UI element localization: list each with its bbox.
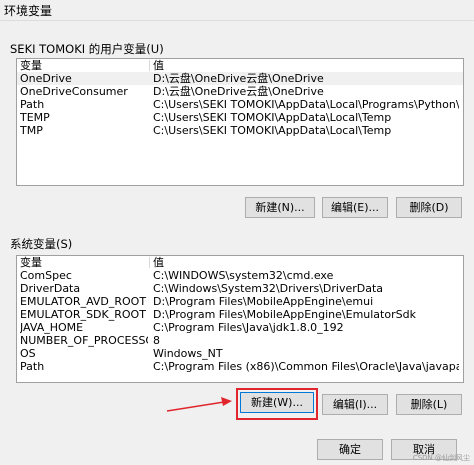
watermark: CSDN @仙剑风尘 — [412, 454, 470, 462]
system-edit-button[interactable]: 编辑(I)... — [322, 394, 388, 415]
system-delete-button[interactable]: 删除(L) — [396, 394, 462, 415]
ok-button[interactable]: 确定 — [317, 439, 383, 460]
system-new-button[interactable]: 新建(W)... — [240, 392, 314, 413]
